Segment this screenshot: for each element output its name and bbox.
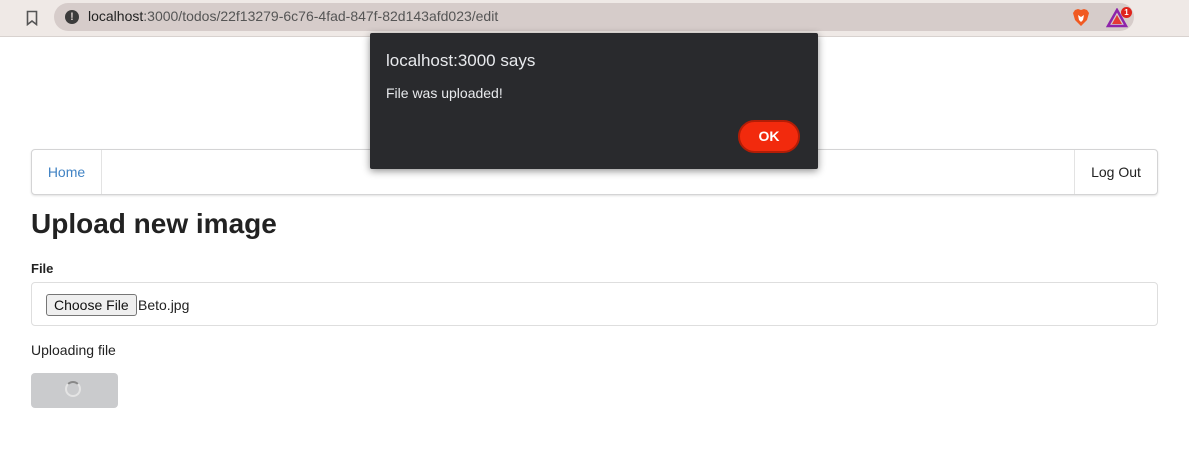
bookmark-icon[interactable]: [26, 10, 38, 26]
upload-status-text: Uploading file: [31, 342, 116, 358]
page-title: Upload new image: [31, 208, 277, 239]
ok-button[interactable]: OK: [738, 120, 800, 153]
nav-home-link[interactable]: Home: [32, 150, 102, 194]
loading-spinner-icon: [65, 381, 81, 397]
selected-file-name: Beto.jpg: [138, 297, 190, 313]
app-window: ! localhost:3000/todos/22f13279-6c76-4fa…: [0, 0, 1189, 470]
browser-toolbar: ! localhost:3000/todos/22f13279-6c76-4fa…: [0, 0, 1189, 37]
notification-badge: 1: [1121, 7, 1132, 18]
file-input[interactable]: Choose File Beto.jpg: [31, 282, 1158, 326]
file-field-label: File: [31, 261, 54, 276]
brave-shield-icon[interactable]: [1072, 8, 1090, 27]
dialog-message: File was uploaded!: [386, 85, 503, 101]
nav-logout-link[interactable]: Log Out: [1074, 150, 1157, 194]
address-bar[interactable]: ! localhost:3000/todos/22f13279-6c76-4fa…: [54, 3, 1134, 31]
info-icon[interactable]: !: [65, 10, 79, 24]
upload-submit-button-loading: [31, 373, 118, 408]
alert-dialog: localhost:3000 says File was uploaded! O…: [370, 33, 818, 169]
choose-file-button[interactable]: Choose File: [46, 294, 137, 316]
dialog-title: localhost:3000 says: [386, 51, 536, 70]
url-text[interactable]: localhost:3000/todos/22f13279-6c76-4fad-…: [88, 8, 498, 24]
